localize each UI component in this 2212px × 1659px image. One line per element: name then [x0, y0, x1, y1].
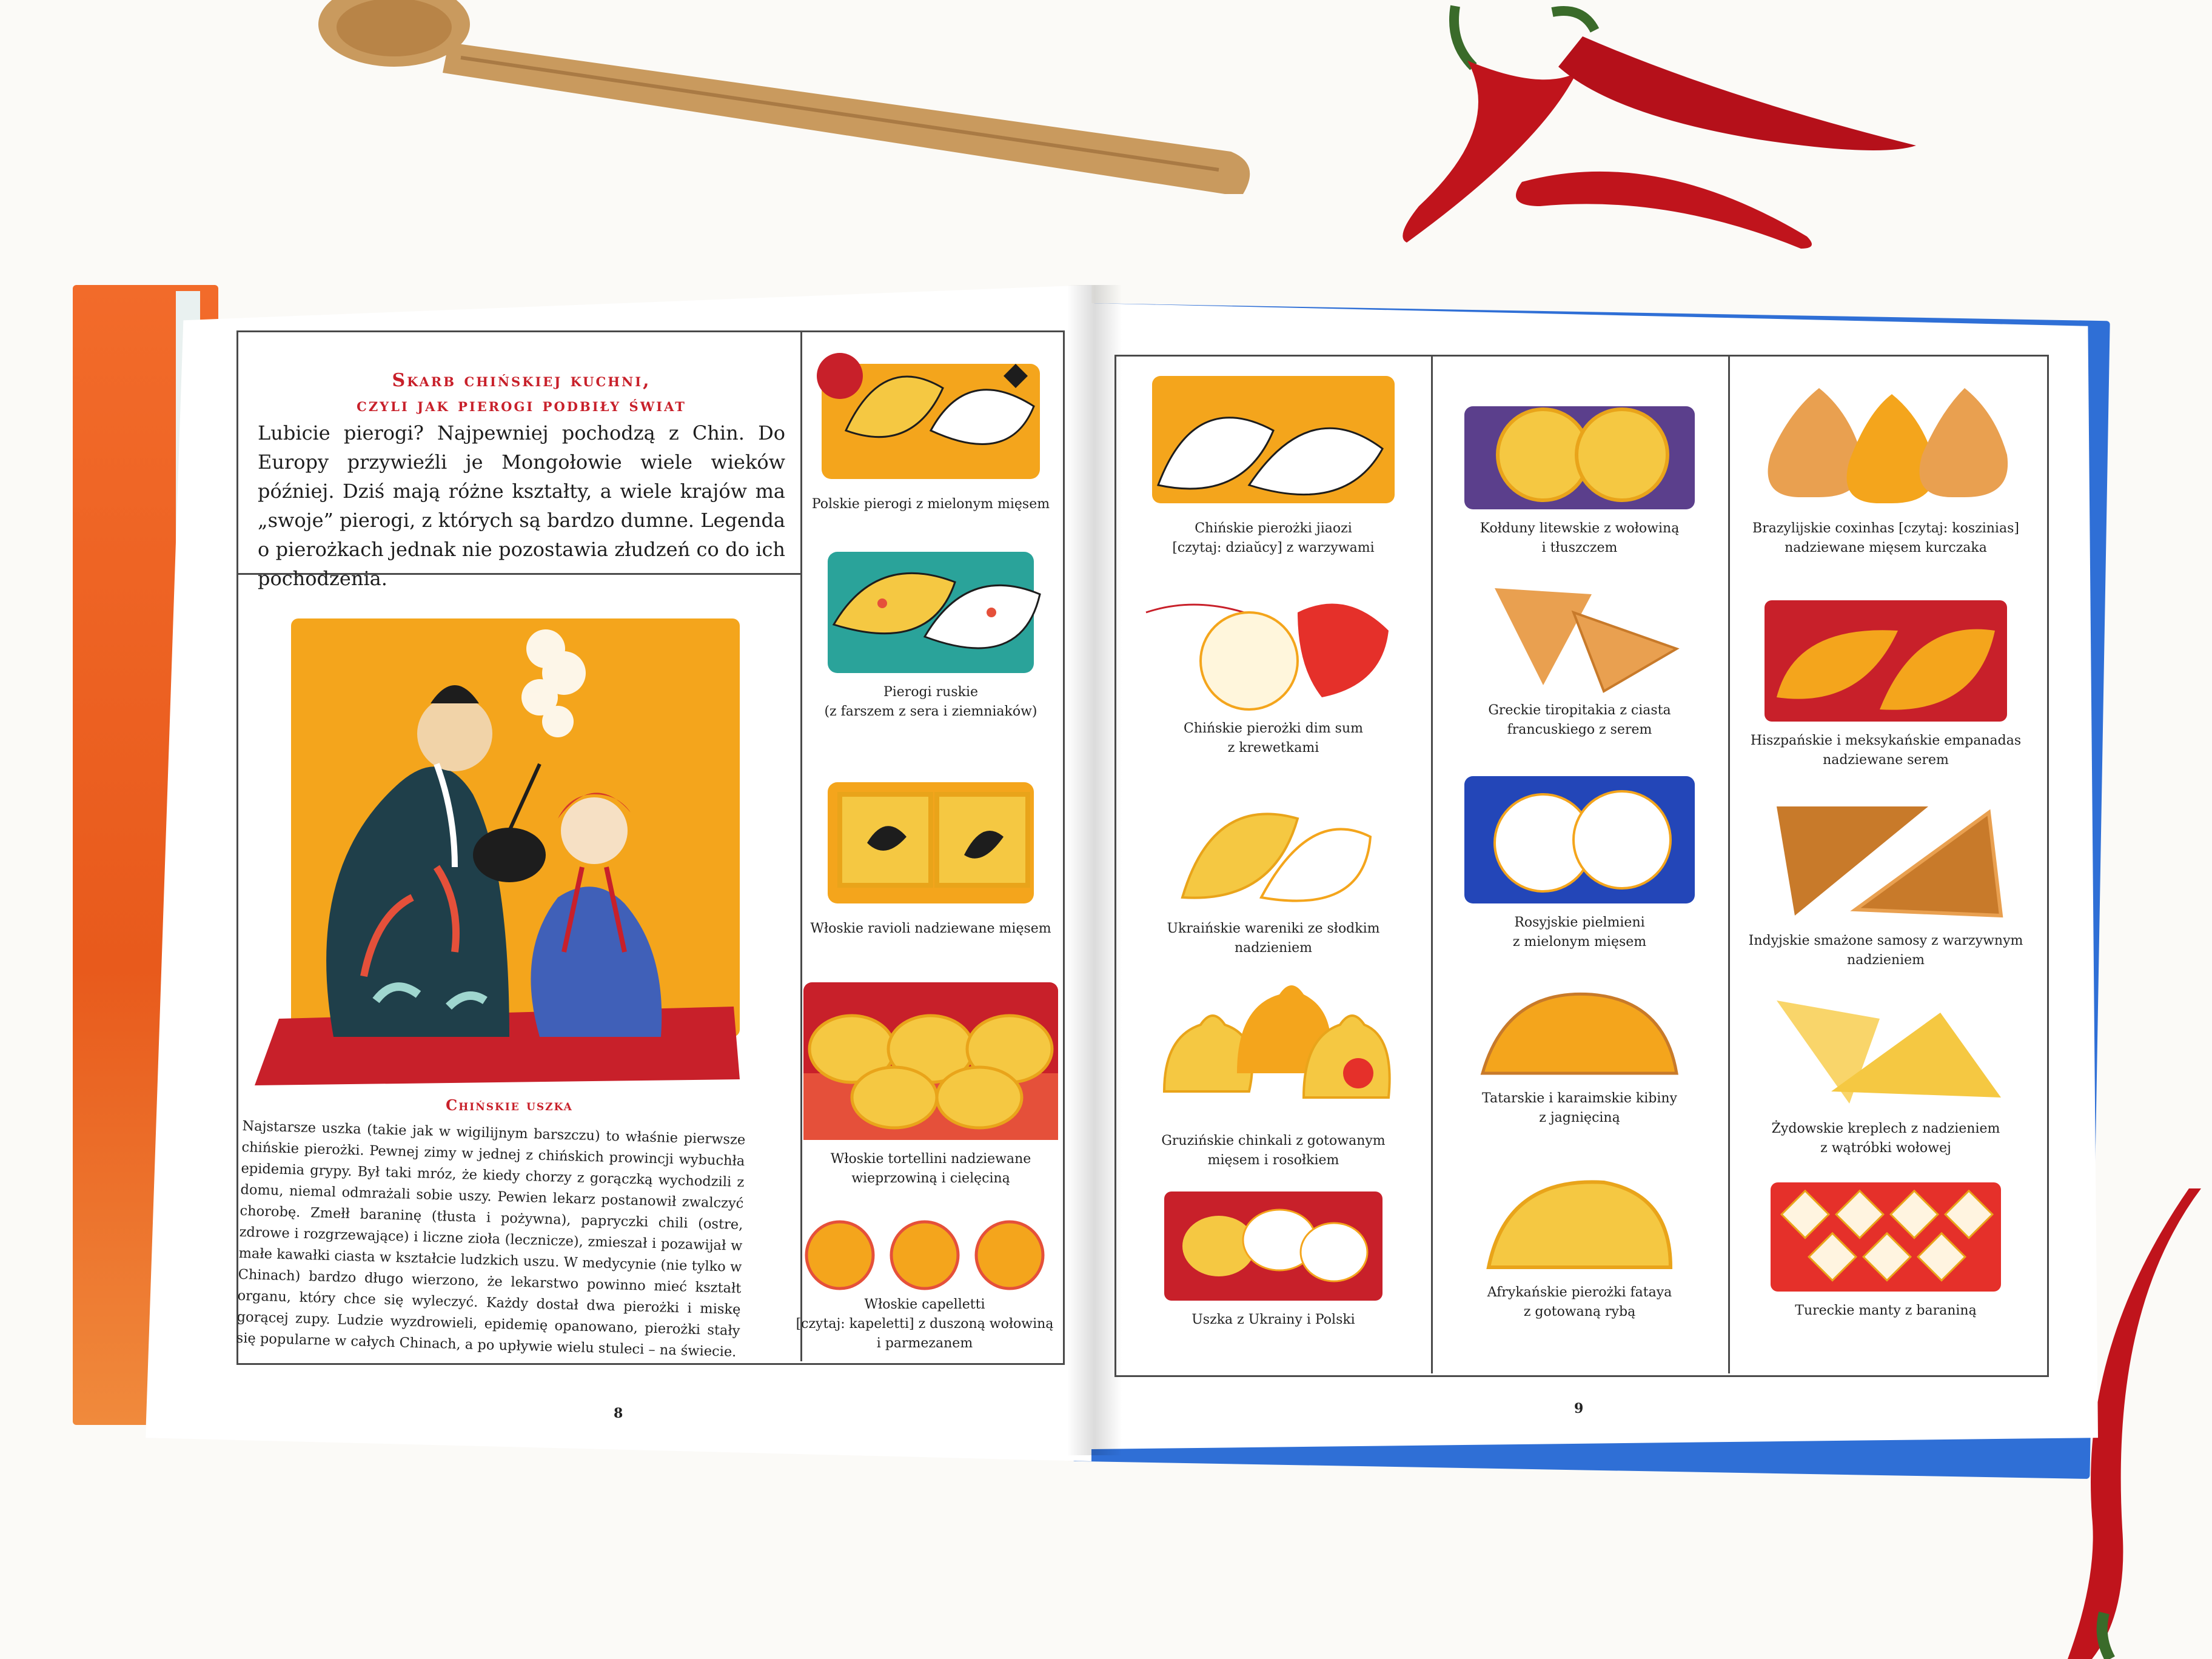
dumpling-caption: Żydowskie kreplech z nadzieniem z wątrób…	[1771, 1121, 2000, 1156]
dumpling-caption: Greckie tiropitakia z ciasta francuskieg…	[1488, 703, 1671, 737]
dumpling-caption: Włoskie ravioli nadziewane mięsem	[810, 921, 1051, 936]
dumpling-capelletti: Włoskie capelletti [czytaj: kapeletti] z…	[791, 1219, 1058, 1353]
dumpling-samosy: Indyjskie smażone samosy z warzywnym nad…	[1737, 794, 2034, 970]
dumpling-caption: Ukraińskie wareniki ze słodkim nadzienie…	[1167, 921, 1380, 956]
chinkali-illustration	[1162, 985, 1391, 1099]
legend-illustration	[255, 618, 740, 1085]
dumpling-caption: Tureckie manty z baraniną	[1795, 1303, 1977, 1318]
wooden-spoon	[318, 0, 1250, 194]
dumpling-empanadas: Hiszpańskie i meksykańskie empanadas nad…	[1737, 594, 2034, 770]
story-paragraph: Najstarsze uszka (takie jak w wigilijnym…	[236, 1118, 746, 1360]
dumpling-caption: Kołduny litewskie z wołowiną i tłuszczem	[1480, 521, 1680, 555]
kolduny-illustration	[1464, 406, 1695, 509]
kibiny-illustration	[1480, 992, 1678, 1075]
dumpling-kreplech: Żydowskie kreplech z nadzieniem z wątrób…	[1737, 994, 2034, 1158]
dumpling-caption: Gruzińskie chinkali z gotowanym mięsem i…	[1161, 1133, 1386, 1168]
dumpling-caption: Uszka z Ukrainy i Polski	[1191, 1312, 1355, 1327]
intro-paragraph: Lubicie pierogi? Najpewniej pochodzą z C…	[258, 421, 785, 590]
chili-pepper	[1403, 5, 1916, 249]
dumpling-caption: Rosyjskie pielmieni z mielonym mięsem	[1512, 915, 1647, 950]
wareniki-illustration	[1181, 813, 1372, 902]
dumpling-caption: Hiszpańskie i meksykańskie empanadas nad…	[1750, 733, 2022, 768]
dumpling-manty: Tureckie manty z baraniną	[1737, 1176, 2034, 1321]
tiropitakia-illustration	[1495, 588, 1680, 693]
pielmieni-illustration	[1464, 776, 1695, 903]
manty-illustration	[1771, 1182, 2001, 1292]
dumpling-kibiny: Tatarskie i karaimskie kibiny z jagnięci…	[1440, 982, 1719, 1128]
kreplech-illustration	[1777, 1000, 2001, 1104]
polish-pierogi-illustration	[817, 353, 1040, 479]
dumpling-caption: Włoskie capelletti [czytaj: kapeletti] z…	[796, 1297, 1054, 1351]
dumpling-fataya: Afrykańskie pierożki fataya z gotowaną r…	[1440, 1164, 1719, 1322]
page-title: Skarb chińskiej kuchni, czyli jak pierog…	[357, 370, 686, 416]
dumpling-caption: Włoskie tortellini nadziewane wieprzowin…	[830, 1151, 1031, 1186]
book-gutter	[1067, 285, 1122, 1455]
ruskie-pierogi-illustration	[828, 552, 1041, 673]
dumpling-tortellini: Włoskie tortellini nadziewane wieprzowin…	[797, 970, 1064, 1188]
dumpling-uszka: Uszka z Ukrainy i Polski	[1128, 1185, 1419, 1330]
dumpling-pielmieni: Rosyjskie pielmieni z mielonym mięsem	[1440, 770, 1719, 952]
right-column-divider-2	[1728, 355, 1730, 1373]
dumpling-jiaozi: Chińskie pierożki jiaozi [czytaj: dziaŭc…	[1128, 364, 1419, 558]
story-title: Chińskie uszka	[446, 1096, 573, 1114]
uszka-illustration	[1164, 1191, 1382, 1301]
tortellini-illustration	[803, 982, 1058, 1140]
dumpling-ravioli: Włoskie ravioli nadziewane mięsem	[809, 770, 1052, 939]
ravioli-illustration	[828, 782, 1034, 903]
dumpling-tiropitakia: Greckie tiropitakia z ciasta francuskieg…	[1440, 576, 1719, 740]
dumpling-caption: Polskie pierogi z mielonym mięsem	[811, 497, 1050, 512]
samosy-illustration	[1777, 806, 2003, 918]
page-number-left: 8	[614, 1406, 623, 1421]
dumpling-dim-sum: Chińskie pierożki dim sum z krewetkami	[1128, 576, 1419, 758]
empanadas-illustration	[1765, 600, 2007, 722]
dumpling-caption: Chińskie pierożki jiaozi [czytaj: dziaŭc…	[1172, 521, 1375, 555]
dumpling-caption: Indyjskie smażone samosy z warzywnym nad…	[1748, 933, 2023, 968]
dumpling-coxinhas: Brazylijskie coxinhas [czytaj: koszinias…	[1737, 376, 2034, 558]
dim-sum-illustration	[1145, 603, 1389, 711]
capelletti-illustration	[805, 1220, 1045, 1290]
fataya-illustration	[1486, 1180, 1673, 1269]
dumpling-kolduny: Kołduny litewskie z wołowiną i tłuszczem	[1440, 394, 1719, 558]
left-column-divider	[800, 330, 802, 1361]
dumpling-polish-pierogi: Polskie pierogi z mielonym mięsem	[809, 340, 1052, 514]
dumpling-caption: Brazylijskie coxinhas [czytaj: koszinias…	[1752, 521, 2019, 555]
right-column-divider-1	[1431, 355, 1433, 1373]
jiaozi-illustration	[1152, 376, 1395, 503]
dumpling-ruskie-pierogi: Pierogi ruskie (z farszem z sera i ziemn…	[809, 540, 1052, 722]
dumpling-chinkali: Gruzińskie chinkali z gotowanym mięsem i…	[1128, 970, 1419, 1170]
dumpling-caption: Afrykańskie pierożki fataya z gotowaną r…	[1487, 1285, 1672, 1319]
coxinhas-illustration	[1768, 388, 2008, 503]
dumpling-wareniki: Ukraińskie wareniki ze słodkim nadzienie…	[1128, 782, 1419, 958]
dumpling-caption: Chińskie pierożki dim sum z krewetkami	[1183, 721, 1364, 756]
dumpling-caption: Tatarskie i karaimskie kibiny z jagnięci…	[1482, 1091, 1677, 1125]
dumpling-caption: Pierogi ruskie (z farszem z sera i ziemn…	[824, 685, 1037, 719]
page-number-right: 9	[1574, 1401, 1584, 1416]
